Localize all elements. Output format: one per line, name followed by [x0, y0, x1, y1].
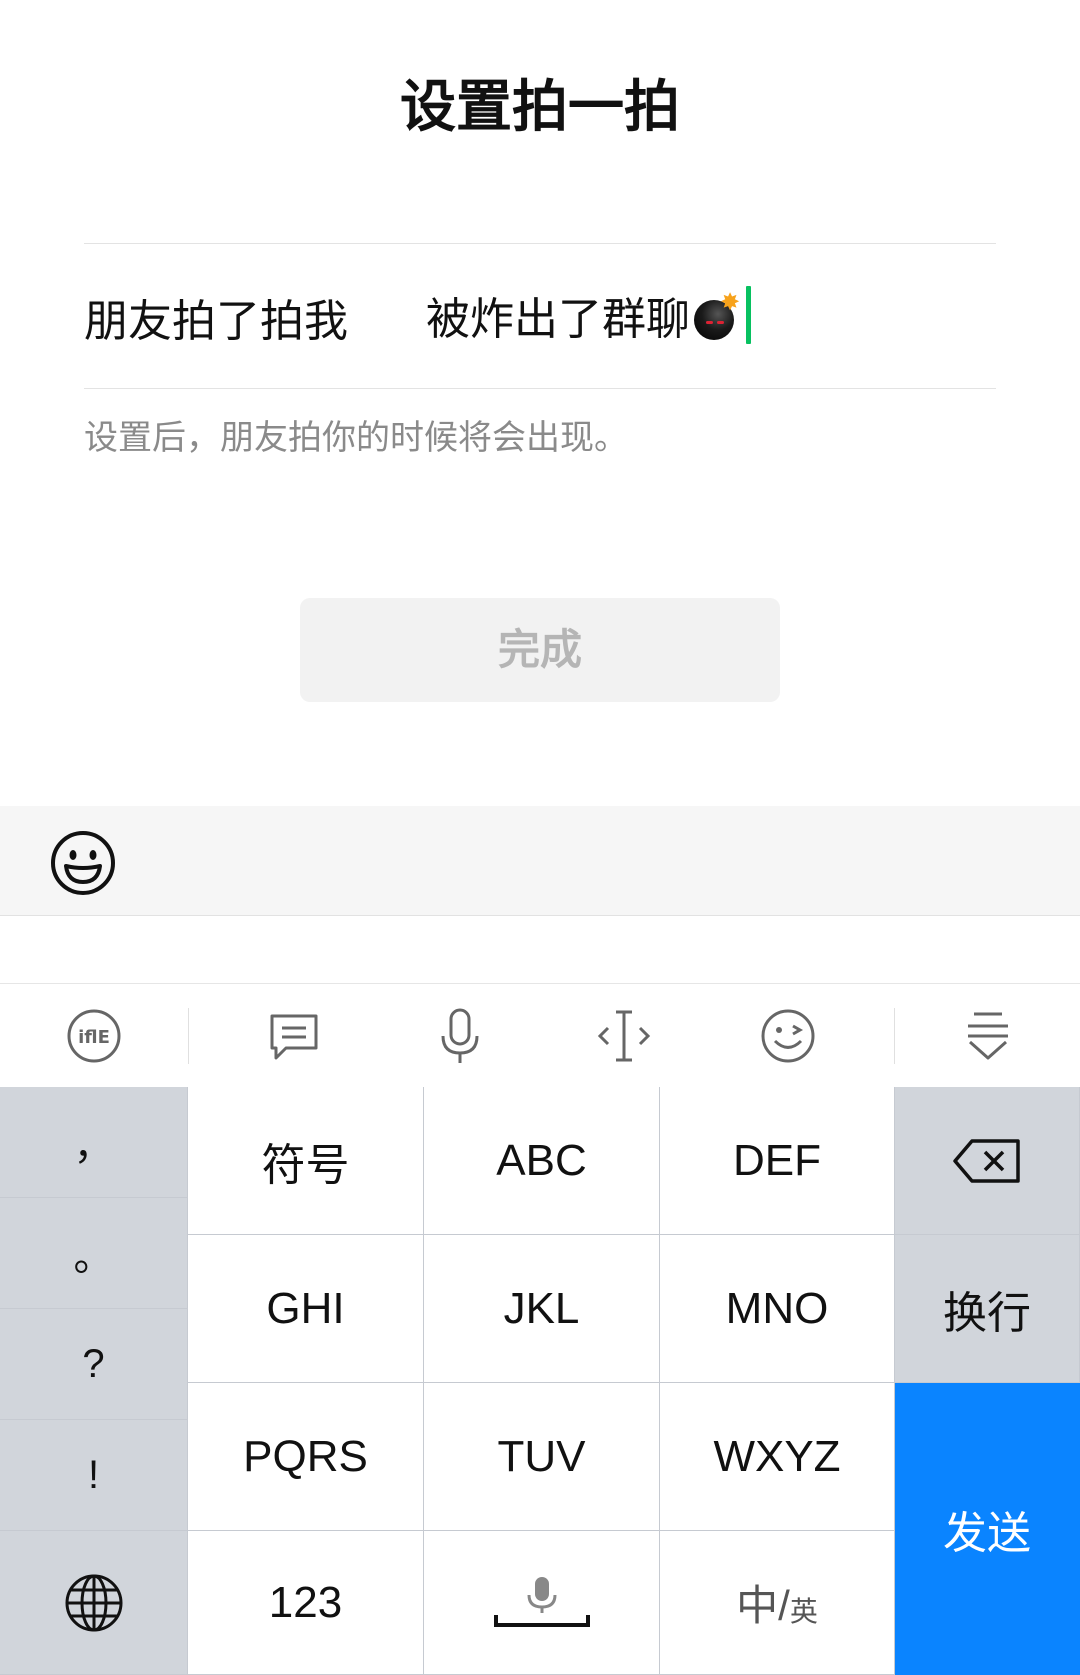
divider-bottom: [84, 388, 996, 389]
pat-label: 朋友拍了拍我: [84, 296, 348, 347]
send-key[interactable]: 发送: [895, 1383, 1080, 1675]
key-tuv[interactable]: TUV: [424, 1383, 660, 1531]
hint-text: 设置后，朋友拍你的时候将会出现。: [84, 418, 628, 458]
backspace-key[interactable]: [895, 1087, 1080, 1235]
key-abc[interactable]: ABC: [424, 1087, 660, 1235]
key-ghi[interactable]: GHI: [188, 1235, 424, 1383]
pat-suffix-input[interactable]: 被炸出了群聊 ✸: [426, 285, 751, 345]
text-cursor: [746, 286, 751, 344]
key-def[interactable]: DEF: [660, 1087, 895, 1235]
key-exclamation[interactable]: !: [0, 1420, 188, 1531]
divider-top: [84, 243, 996, 244]
key-comma[interactable]: ，: [0, 1087, 188, 1198]
collapse-keyboard-icon[interactable]: [958, 1006, 1018, 1066]
keyboard: ， 。 ? ! 符号 ABC DEF GHI JKL MNO PQRS TUV …: [0, 1087, 1080, 1675]
cursor-move-icon[interactable]: [594, 1006, 654, 1066]
svg-text:iflE: iflE: [78, 1027, 110, 1048]
done-button[interactable]: 完成: [300, 598, 780, 702]
key-period[interactable]: 。: [0, 1198, 188, 1309]
key-jkl[interactable]: JKL: [424, 1235, 660, 1383]
space-key[interactable]: [424, 1531, 660, 1675]
keyboard-toolbar: iflE: [0, 983, 1080, 1087]
wink-emoji-icon[interactable]: [758, 1006, 818, 1066]
globe-icon: [65, 1574, 122, 1631]
space-mic-icon: [493, 1576, 590, 1627]
lang-switch-key[interactable]: 中/英: [660, 1531, 895, 1675]
pat-suffix-text: 被炸出了群聊: [426, 294, 690, 345]
key-question[interactable]: ?: [0, 1309, 188, 1420]
key-symbols[interactable]: 符号: [188, 1087, 424, 1235]
lang-sub-label: 英: [789, 1595, 818, 1627]
ifly-logo-icon[interactable]: iflE: [64, 1006, 124, 1066]
page-title: 设置拍一拍: [400, 75, 680, 140]
message-icon[interactable]: [264, 1006, 324, 1066]
emoji-bar: [0, 806, 1080, 916]
key-pqrs[interactable]: PQRS: [188, 1383, 424, 1531]
key-123[interactable]: 123: [188, 1531, 424, 1675]
newline-key[interactable]: 换行: [895, 1235, 1080, 1383]
bomb-emoji-icon: ✸: [692, 290, 742, 340]
microphone-icon[interactable]: [430, 1006, 490, 1066]
key-mno[interactable]: MNO: [660, 1235, 895, 1383]
key-wxyz[interactable]: WXYZ: [660, 1383, 895, 1531]
globe-key[interactable]: [0, 1531, 188, 1675]
lang-main-label: 中/: [736, 1582, 790, 1629]
backspace-icon: [953, 1138, 1020, 1183]
smiley-face-icon[interactable]: [50, 830, 116, 896]
